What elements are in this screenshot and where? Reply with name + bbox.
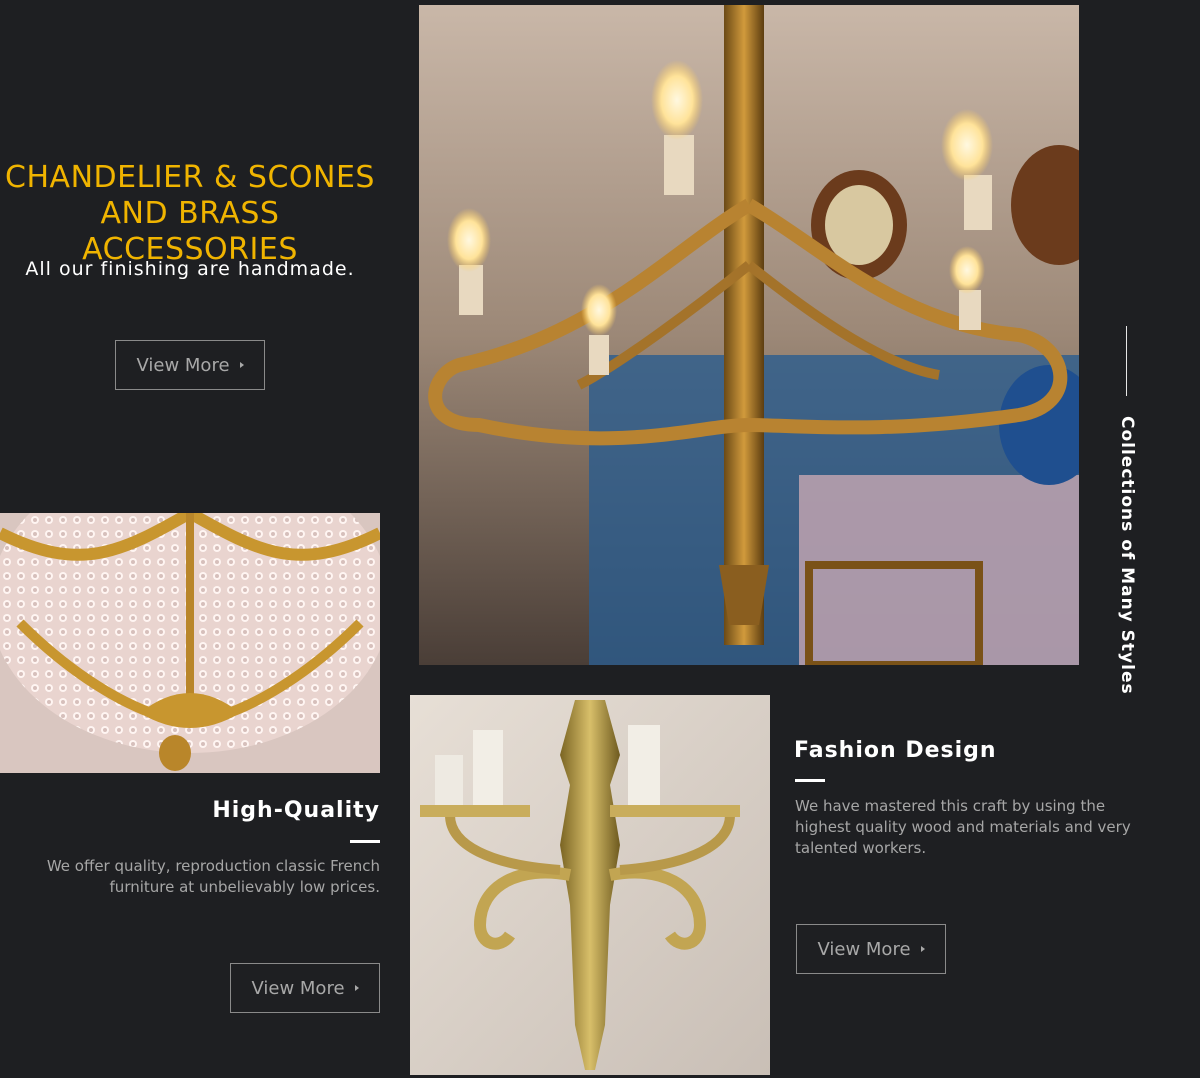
hero-view-more-label: View More xyxy=(136,354,230,376)
caret-right-icon xyxy=(239,362,244,368)
fashion-design-view-more-label: View More xyxy=(817,938,911,960)
fashion-design-text-line2: highest quality wood and materials and v… xyxy=(795,818,1131,836)
fashion-design-divider xyxy=(795,779,825,782)
hero-view-more-button[interactable]: View More xyxy=(115,340,265,390)
brass-wall-sconce-photo xyxy=(410,695,770,1075)
high-quality-text-line1: We offer quality, reproduction classic F… xyxy=(46,857,380,875)
fashion-design-view-more-button[interactable]: View More xyxy=(796,924,946,974)
fashion-design-text: We have mastered this craft by using the… xyxy=(795,796,1155,859)
caret-right-icon xyxy=(920,946,925,952)
crystal-basket-chandelier-photo xyxy=(0,513,380,773)
high-quality-text-line2: furniture at unbelievably low prices. xyxy=(109,878,380,896)
chandelier-photo xyxy=(419,5,1079,665)
high-quality-title: High-Quality xyxy=(212,798,380,823)
hero-title-line1: CHANDELIER & SCONES xyxy=(5,160,375,195)
high-quality-text: We offer quality, reproduction classic F… xyxy=(0,856,380,898)
side-collections-label: Collections of Many Styles xyxy=(1117,416,1137,695)
side-label-line xyxy=(1126,326,1127,396)
hero-subtitle: All our finishing are handmade. xyxy=(25,258,355,280)
hero-title: CHANDELIER & SCONES AND BRASS ACCESSORIE… xyxy=(0,160,380,268)
caret-right-icon xyxy=(354,985,359,991)
fashion-design-text-line3: talented workers. xyxy=(795,839,927,857)
high-quality-view-more-label: View More xyxy=(251,977,345,999)
fashion-design-text-line1: We have mastered this craft by using the xyxy=(795,797,1106,815)
fashion-design-title: Fashion Design xyxy=(794,738,997,763)
high-quality-divider xyxy=(350,840,380,843)
high-quality-view-more-button[interactable]: View More xyxy=(230,963,380,1013)
